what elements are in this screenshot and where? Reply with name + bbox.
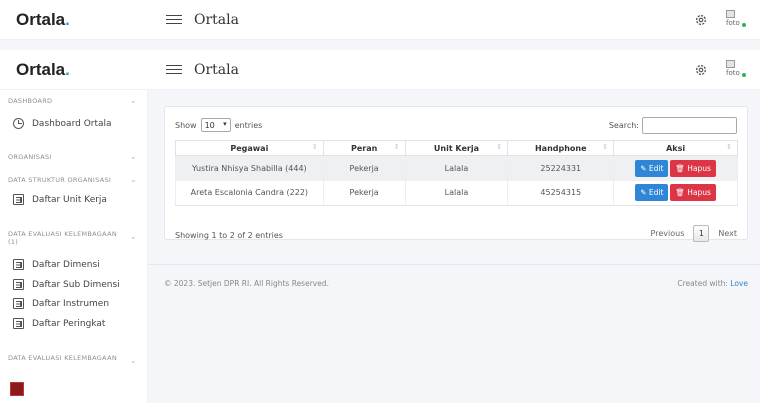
chevron-down-icon: ▾ xyxy=(223,120,227,128)
column-header-peran[interactable]: Peran ⇕ xyxy=(322,140,406,156)
next-button[interactable]: Next xyxy=(718,229,737,238)
cell-handphone: 25224331 xyxy=(507,155,615,181)
brand-logo[interactable]: Ortala. xyxy=(16,10,70,30)
sort-icon: ⇕ xyxy=(311,143,318,151)
sidebar-section-organisasi[interactable]: ORGANISASI ⌄ xyxy=(8,152,139,161)
edit-button[interactable]: ✎ Edit xyxy=(635,159,669,177)
table-info: Showing 1 to 2 of 2 entries xyxy=(175,231,283,240)
delete-button[interactable]: 🗑 Hapus xyxy=(670,184,716,202)
menu-toggle-icon[interactable] xyxy=(166,65,182,74)
column-header-unit-kerja[interactable]: Unit Kerja ⇕ xyxy=(404,140,509,156)
document-icon xyxy=(13,194,24,205)
cell-unit-kerja: Lalala xyxy=(404,155,509,181)
document-icon xyxy=(13,318,24,329)
entries-select[interactable]: 10 ▾ xyxy=(200,118,231,132)
cell-aksi: ✎ Edit 🗑 Hapus xyxy=(613,180,738,206)
user-avatar[interactable]: foto xyxy=(726,10,746,32)
top-navbar: Ortala foto xyxy=(148,0,760,40)
chevron-down-icon: ⌄ xyxy=(129,175,137,184)
sidebar-section-evaluasi[interactable]: DATA EVALUASI KELEMBAGAAN (1) ⌄ xyxy=(8,230,139,246)
search-input[interactable] xyxy=(642,117,737,134)
page-button-1[interactable]: 1 xyxy=(693,225,710,242)
document-icon xyxy=(13,279,24,290)
created-with-text: Created with: Love xyxy=(677,279,748,288)
sidebar-item-peringkat[interactable]: Daftar Peringkat xyxy=(13,318,105,329)
cell-unit-kerja: Lalala xyxy=(404,180,509,206)
pegawai-table: Pegawai ⇕ Peran ⇕ Unit Kerja ⇕ Handphone ⇕ A… xyxy=(175,140,738,206)
topbar-title: Ortala xyxy=(194,61,239,78)
sidebar-section-struktur[interactable]: DATA STRUKTUR ORGANISASI ⌄ xyxy=(8,175,139,184)
chevron-down-icon: ⌄ xyxy=(129,356,137,365)
cell-aksi: ✎ Edit 🗑 Hapus xyxy=(613,155,738,181)
table-row: Yustira Nhisya Shabilla (444) Pekerja La… xyxy=(175,155,738,181)
broken-image-icon xyxy=(726,60,735,68)
app-logo-icon xyxy=(10,382,24,396)
clock-icon xyxy=(13,118,24,129)
edit-button[interactable]: ✎ Edit xyxy=(635,184,669,202)
column-header-pegawai[interactable]: Pegawai ⇕ xyxy=(175,140,324,156)
sidebar-item-dimensi[interactable]: Daftar Dimensi xyxy=(13,259,100,270)
pagination: Previous 1 Next xyxy=(651,225,737,242)
copyright-text: © 2023. Setjen DPR RI. All Rights Reserv… xyxy=(164,279,329,288)
table-row: Areta Escalonia Candra (222) Pekerja Lal… xyxy=(175,180,738,206)
love-link[interactable]: Love xyxy=(730,279,748,288)
cell-handphone: 45254315 xyxy=(507,180,615,206)
sidebar: DASHBOARD ⌄ Dashboard Ortala ORGANISASI ⌄ … xyxy=(0,90,148,403)
cell-pegawai: Yustira Nhisya Shabilla (444) xyxy=(175,155,324,181)
entries-length-control: Show 10 ▾ entries xyxy=(175,118,262,132)
column-header-handphone[interactable]: Handphone ⇕ xyxy=(507,140,615,156)
sort-icon: ⇕ xyxy=(393,143,400,151)
delete-button[interactable]: 🗑 Hapus xyxy=(670,159,716,177)
sidebar-item-dashboard[interactable]: Dashboard Ortala xyxy=(13,118,112,129)
page-footer: © 2023. Setjen DPR RI. All Rights Reserv… xyxy=(148,264,760,300)
cell-peran: Pekerja xyxy=(322,180,406,206)
document-icon xyxy=(13,298,24,309)
sort-icon: ⇕ xyxy=(602,143,609,151)
cell-peran: Pekerja xyxy=(322,155,406,181)
document-icon xyxy=(13,259,24,270)
chevron-down-icon: ⌄ xyxy=(129,96,137,105)
settings-gear-icon[interactable] xyxy=(694,63,708,77)
top-navbar: Ortala foto xyxy=(148,50,760,90)
menu-toggle-icon[interactable] xyxy=(166,15,182,24)
cell-pegawai: Areta Escalonia Candra (222) xyxy=(175,180,324,206)
brand-logo[interactable]: Ortala. xyxy=(16,60,70,80)
sidebar-item-unit-kerja[interactable]: Daftar Unit Kerja xyxy=(13,194,107,205)
table-search: Search: xyxy=(609,117,737,134)
chevron-down-icon: ⌄ xyxy=(129,232,137,241)
brand-bar: Ortala. xyxy=(0,0,148,40)
sidebar-section-evaluasi-2[interactable]: DATA EVALUASI KELEMBAGAAN ⌄ xyxy=(8,354,139,365)
sort-icon: ⇕ xyxy=(726,143,732,151)
data-table-card: Show 10 ▾ entries Search: Pegawai ⇕ Peran ⇕… xyxy=(164,106,748,242)
settings-gear-icon[interactable] xyxy=(694,13,708,27)
broken-image-icon xyxy=(726,10,735,18)
topbar-title: Ortala xyxy=(194,11,239,28)
main-content: Show 10 ▾ entries Search: Pegawai ⇕ Peran ⇕… xyxy=(148,90,760,403)
sidebar-item-instrumen[interactable]: Daftar Instrumen xyxy=(13,298,109,309)
previous-button[interactable]: Previous xyxy=(651,229,685,238)
column-header-aksi[interactable]: Aksi ⇕ xyxy=(613,140,738,156)
sort-icon: ⇕ xyxy=(496,143,503,151)
sidebar-item-sub-dimensi[interactable]: Daftar Sub Dimensi xyxy=(13,279,120,290)
user-avatar[interactable]: foto xyxy=(726,60,746,82)
brand-bar: Ortala. xyxy=(0,50,148,90)
chevron-down-icon: ⌄ xyxy=(129,152,137,161)
sidebar-section-dashboard[interactable]: DASHBOARD ⌄ xyxy=(8,96,139,105)
